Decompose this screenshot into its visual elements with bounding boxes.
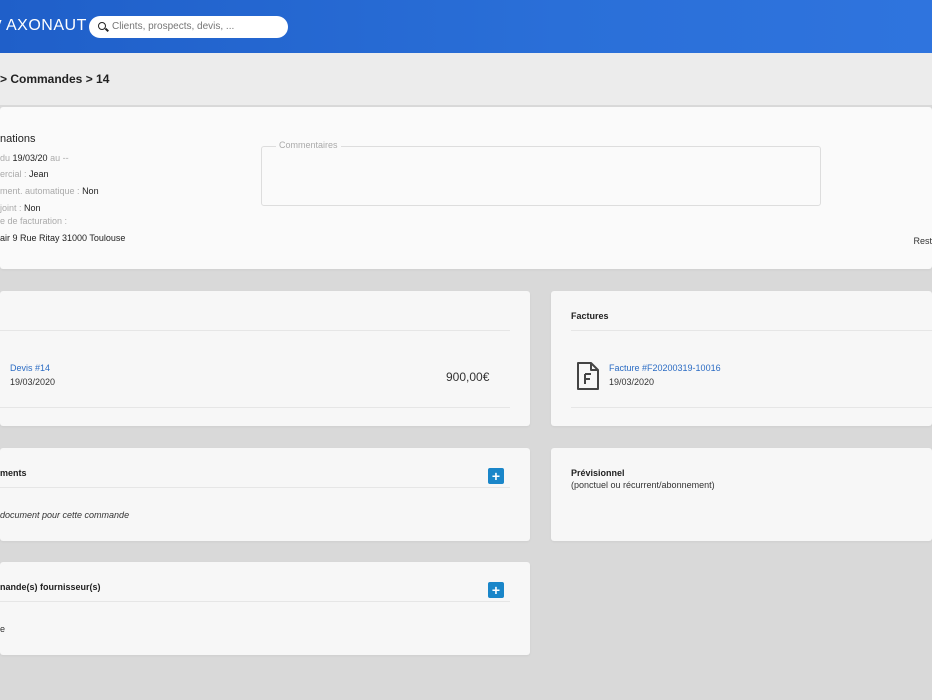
breadcrumb-bar: > Commandes > 14: [0, 53, 932, 105]
search-input[interactable]: [89, 16, 288, 38]
rest-label: Rest: [913, 236, 932, 246]
devis-amount: 900,00€: [446, 370, 490, 384]
plus-icon: +: [491, 468, 501, 484]
commercial-line: ercial : Jean: [0, 169, 49, 179]
plus-icon: +: [491, 582, 501, 598]
facture-link[interactable]: Facture #F20200319-10016: [609, 363, 721, 373]
date-line: du 19/03/20 au --: [0, 153, 69, 163]
search-icon: [98, 22, 106, 30]
auto-payment-line: ment. automatique : Non: [0, 186, 99, 196]
devis-date: 19/03/2020: [10, 377, 56, 387]
previsionnel-card: Prévisionnel (ponctuel ou récurrent/abon…: [551, 448, 932, 541]
documents-empty-text: document pour cette commande: [0, 510, 130, 520]
comments-label: Commentaires: [276, 140, 341, 150]
devis-link[interactable]: Devis #14: [10, 363, 50, 373]
divider: [0, 407, 510, 408]
supplier-orders-card: nande(s) fournisseur(s) + e: [0, 562, 530, 655]
previsionnel-subtitle: (ponctuel ou récurrent/abonnement): [571, 480, 715, 490]
divider: [571, 407, 932, 408]
informations-title: nations: [0, 133, 36, 145]
billing-address-value: air 9 Rue Ritay 31000 Toulouse: [0, 233, 126, 243]
add-supplier-order-button[interactable]: +: [488, 582, 504, 598]
add-document-button[interactable]: +: [488, 468, 504, 484]
breadcrumb: > Commandes > 14: [0, 72, 110, 86]
informations-card: nations du 19/03/20 au -- ercial : Jean …: [0, 107, 932, 269]
divider: [0, 330, 510, 331]
documents-card: ments + document pour cette commande: [0, 448, 530, 541]
billing-address-label: e de facturation :: [0, 216, 68, 226]
factures-card: Factures Facture #F20200319-10016 19/03/…: [551, 291, 932, 426]
documents-title: ments: [0, 468, 27, 478]
invoice-file-icon[interactable]: [576, 362, 600, 390]
app-name[interactable]: AXONAUT: [6, 17, 87, 35]
previsionnel-title: Prévisionnel: [571, 468, 625, 478]
facture-date: 19/03/2020: [609, 377, 655, 387]
comments-field[interactable]: Commentaires: [261, 140, 821, 206]
attachment-line: joint : Non: [0, 203, 41, 213]
top-bar: AXONAUT: [0, 0, 932, 53]
devis-card: Devis #14 19/03/2020 900,00€: [0, 291, 530, 426]
supplier-orders-title: nande(s) fournisseur(s): [0, 582, 101, 592]
factures-title: Factures: [571, 311, 609, 321]
supplier-orders-empty-text: e: [0, 624, 6, 634]
divider: [0, 487, 510, 488]
divider: [571, 330, 932, 331]
divider: [0, 601, 510, 602]
